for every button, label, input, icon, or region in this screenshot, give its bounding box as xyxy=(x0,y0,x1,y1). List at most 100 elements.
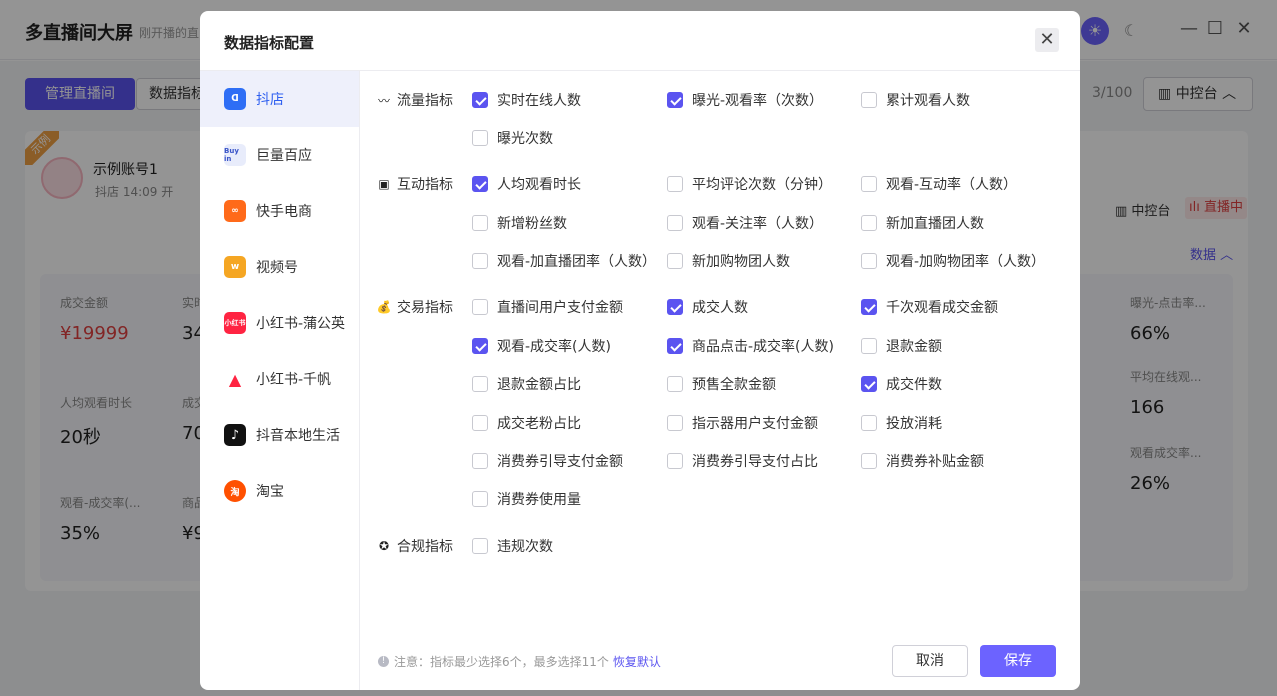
metric-checkbox[interactable]: 累计观看人数 xyxy=(861,90,970,110)
metric-checkbox[interactable]: 观看-关注率（人数） xyxy=(667,213,823,233)
checkbox[interactable] xyxy=(861,415,877,431)
metric-checkbox[interactable]: 成交人数 xyxy=(667,297,748,317)
metric-checkbox[interactable]: 投放消耗 xyxy=(861,413,942,433)
compliance-icon: ✪ xyxy=(378,539,390,553)
group-interaction: ▣ 互动指标 xyxy=(376,174,453,194)
metric-checkbox[interactable]: 消费券引导支付金额 xyxy=(472,451,623,471)
sidebar-item-douyin-shop[interactable]: ᗡ 抖店 xyxy=(200,71,359,127)
checkbox[interactable] xyxy=(667,176,683,192)
metric-checkbox[interactable]: 违规次数 xyxy=(472,536,553,556)
metric-checkbox[interactable]: 千次观看成交金额 xyxy=(861,297,998,317)
sidebar-item-label: 抖音本地生活 xyxy=(256,428,340,444)
modal-title: 数据指标配置 xyxy=(224,34,315,52)
close-button[interactable]: ✕ xyxy=(1035,28,1059,52)
sidebar-item-label: 淘宝 xyxy=(256,484,284,500)
checkbox[interactable] xyxy=(472,215,488,231)
sidebar-item-xiaohongshu[interactable]: 小红书 小红书-蒲公英 xyxy=(200,295,359,351)
cancel-button[interactable]: 取消 xyxy=(892,645,968,677)
metric-checkbox[interactable]: 新加直播团人数 xyxy=(861,213,984,233)
checkbox[interactable] xyxy=(667,215,683,231)
buyin-icon: Buy in xyxy=(224,144,246,166)
restore-default-link[interactable]: 恢复默认 xyxy=(613,653,661,670)
checkbox[interactable] xyxy=(667,253,683,269)
metric-checkbox[interactable]: 新增粉丝数 xyxy=(472,213,567,233)
sidebar-item-kuaishou[interactable]: ∞ 快手电商 xyxy=(200,183,359,239)
platform-sidebar: ᗡ 抖店 Buy in 巨量百应 ∞ 快手电商 w 视频号 小红书 小红书-蒲公… xyxy=(200,71,360,690)
metric-checkbox[interactable]: 消费券引导支付占比 xyxy=(667,451,818,471)
metric-checkbox[interactable]: 平均评论次数（分钟） xyxy=(667,174,832,194)
metric-checkbox[interactable]: 退款金额 xyxy=(861,336,942,356)
metric-checkbox[interactable]: 成交件数 xyxy=(861,374,942,394)
checkbox[interactable] xyxy=(472,453,488,469)
checkbox[interactable] xyxy=(861,176,877,192)
close-icon: ✕ xyxy=(1039,29,1055,50)
group-traffic: 〰 流量指标 xyxy=(377,93,453,109)
checkbox[interactable] xyxy=(472,92,488,108)
checkbox[interactable] xyxy=(667,299,683,315)
qianfan-icon: ▲ xyxy=(228,369,242,389)
selection-note: ! 注意：指标最少选择6个，最多选择11个 恢复默认 xyxy=(378,653,661,670)
checkbox[interactable] xyxy=(472,299,488,315)
money-bag-icon: 💰 xyxy=(376,300,392,314)
metric-checkbox[interactable]: 观看-加直播团率（人数） xyxy=(472,251,656,271)
metric-checkbox[interactable]: 退款金额占比 xyxy=(472,374,581,394)
sidebar-item-qianfan[interactable]: ▲ 小红书-千帆 xyxy=(200,351,359,407)
checkbox[interactable] xyxy=(861,253,877,269)
checkbox[interactable] xyxy=(667,338,683,354)
sidebar-item-buyin[interactable]: Buy in 巨量百应 xyxy=(200,127,359,183)
metric-checkbox[interactable]: 新加购物团人数 xyxy=(667,251,790,271)
taobao-icon: 淘 xyxy=(224,480,246,502)
checkbox[interactable] xyxy=(472,415,488,431)
checkbox[interactable] xyxy=(861,376,877,392)
sidebar-item-label: 快手电商 xyxy=(256,204,312,220)
checkbox[interactable] xyxy=(667,453,683,469)
checkbox[interactable] xyxy=(472,538,488,554)
checkbox[interactable] xyxy=(667,92,683,108)
metric-checkbox[interactable]: 商品点击-成交率(人数) xyxy=(667,336,834,356)
group-transaction: 💰 交易指标 xyxy=(376,300,453,316)
checkbox[interactable] xyxy=(472,491,488,507)
checkbox[interactable] xyxy=(472,176,488,192)
checkbox[interactable] xyxy=(472,130,488,146)
channels-icon: w xyxy=(224,256,246,278)
sidebar-item-label: 小红书-蒲公英 xyxy=(256,316,346,332)
xiaohongshu-icon: 小红书 xyxy=(224,312,246,334)
metric-checkbox[interactable]: 消费券使用量 xyxy=(472,489,581,509)
sidebar-item-channels[interactable]: w 视频号 xyxy=(200,239,359,295)
checkbox[interactable] xyxy=(861,453,877,469)
metric-checkbox[interactable]: 预售全款金额 xyxy=(667,374,776,394)
sidebar-item-label: 小红书-千帆 xyxy=(256,372,332,388)
douyin-shop-icon: ᗡ xyxy=(224,88,246,110)
metric-checkbox[interactable]: 观看-互动率（人数） xyxy=(861,174,1017,194)
metric-checkbox[interactable]: 观看-加购物团率（人数） xyxy=(861,251,1045,271)
metric-checkbox[interactable]: 指示器用户支付金额 xyxy=(667,413,818,433)
metric-checkbox[interactable]: 观看-成交率(人数) xyxy=(472,336,611,356)
checkbox[interactable] xyxy=(472,253,488,269)
metric-checkbox[interactable]: 成交老粉占比 xyxy=(472,413,581,433)
metric-checkbox[interactable]: 曝光次数 xyxy=(472,128,553,148)
checkbox[interactable] xyxy=(861,299,877,315)
checkbox[interactable] xyxy=(861,215,877,231)
sidebar-item-taobao[interactable]: 淘 淘宝 xyxy=(200,463,359,519)
sidebar-item-label: 抖店 xyxy=(256,92,284,108)
checkbox[interactable] xyxy=(667,376,683,392)
metric-checkbox[interactable]: 实时在线人数 xyxy=(472,90,581,110)
checkbox[interactable] xyxy=(472,376,488,392)
checkbox[interactable] xyxy=(472,338,488,354)
metric-checkbox[interactable]: 人均观看时长 xyxy=(472,174,581,194)
metrics-content: 〰 流量指标 实时在线人数 曝光-观看率（次数） 累计观看人数 曝光次数 ▣ 互… xyxy=(360,71,1080,690)
metric-checkbox[interactable]: 直播间用户支付金额 xyxy=(472,297,623,317)
sidebar-item-label: 视频号 xyxy=(256,260,298,276)
metric-checkbox[interactable]: 曝光-观看率（次数） xyxy=(667,90,823,110)
info-icon: ! xyxy=(378,656,389,667)
checkbox[interactable] xyxy=(667,415,683,431)
checkbox[interactable] xyxy=(861,92,877,108)
metric-checkbox[interactable]: 消费券补贴金额 xyxy=(861,451,984,471)
tiktok-local-icon: ♪ xyxy=(224,424,246,446)
checkbox[interactable] xyxy=(861,338,877,354)
save-button[interactable]: 保存 xyxy=(980,645,1056,677)
kuaishou-icon: ∞ xyxy=(224,200,246,222)
sidebar-item-tiktok-local[interactable]: ♪ 抖音本地生活 xyxy=(200,407,359,463)
metrics-config-modal: 数据指标配置 ✕ ᗡ 抖店 Buy in 巨量百应 ∞ 快手电商 w 视频号 小… xyxy=(200,11,1080,690)
traffic-icon: 〰 xyxy=(377,93,390,108)
